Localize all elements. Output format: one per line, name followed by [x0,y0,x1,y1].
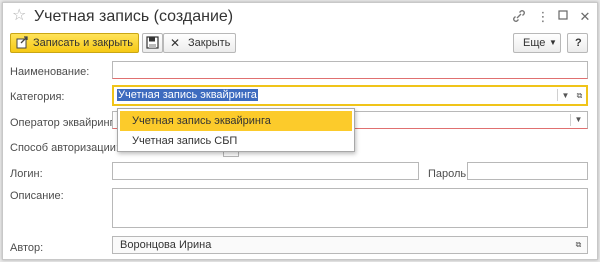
password-field[interactable] [467,162,588,180]
description-label: Описание: [10,190,64,202]
toolbar: Записать и закрыть ✕ Закрыть Еще ▼ ? [3,33,597,57]
dropdown-arrow-icon[interactable]: ▼ [558,87,573,104]
name-label: Наименование: [10,66,90,78]
chevron-down-icon: ▼ [549,38,557,47]
maximize-icon[interactable] [555,9,571,25]
form-window: ☆ Учетная запись (создание) ⋮ ✕ Записать… [2,2,598,260]
login-field[interactable] [112,162,419,180]
category-field[interactable]: Учетная запись эквайринга ▼ ⧉ [112,85,588,106]
close-icon[interactable]: ✕ [577,9,593,25]
password-label: Пароль: [428,168,470,180]
save-and-close-button[interactable]: Записать и закрыть [10,33,139,53]
description-field[interactable] [112,188,588,228]
category-value: Учетная запись эквайринга [117,89,258,101]
dropdown-option[interactable]: Учетная запись эквайринга [120,111,352,131]
floppy-disk-icon [146,36,159,55]
category-dropdown-list: Учетная запись эквайринга Учетная запись… [117,108,355,152]
link-icon[interactable] [511,9,527,25]
x-icon: ✕ [170,36,181,50]
dropdown-arrow-icon[interactable]: ▼ [571,112,586,128]
author-field[interactable]: Воронцова Ирина ⧉ [112,236,588,254]
login-label: Логин: [10,168,43,180]
auth-method-label: Способ авторизации: [10,142,119,154]
category-label: Категория: [10,91,65,103]
more-actions-icon[interactable]: ⋮ [535,9,551,25]
operator-label: Оператор эквайринга: [10,117,123,129]
author-label: Автор: [10,242,44,254]
dropdown-option[interactable]: Учетная запись СБП [120,131,352,151]
open-form-icon[interactable]: ⧉ [572,87,587,104]
help-button[interactable]: ? [567,33,588,53]
close-button[interactable]: ✕ Закрыть [163,33,236,53]
title-bar: ☆ Учетная запись (создание) ⋮ ✕ [3,3,597,31]
favorite-star-icon[interactable]: ☆ [12,8,26,24]
save-close-icon [16,36,29,55]
author-value: Воронцова Ирина [120,239,212,251]
more-menu-button[interactable]: Еще ▼ [513,33,561,53]
save-button[interactable] [142,33,163,53]
open-form-icon[interactable]: ⧉ [571,237,586,253]
name-field[interactable] [112,61,588,79]
window-title: Учетная запись (создание) [34,8,234,25]
